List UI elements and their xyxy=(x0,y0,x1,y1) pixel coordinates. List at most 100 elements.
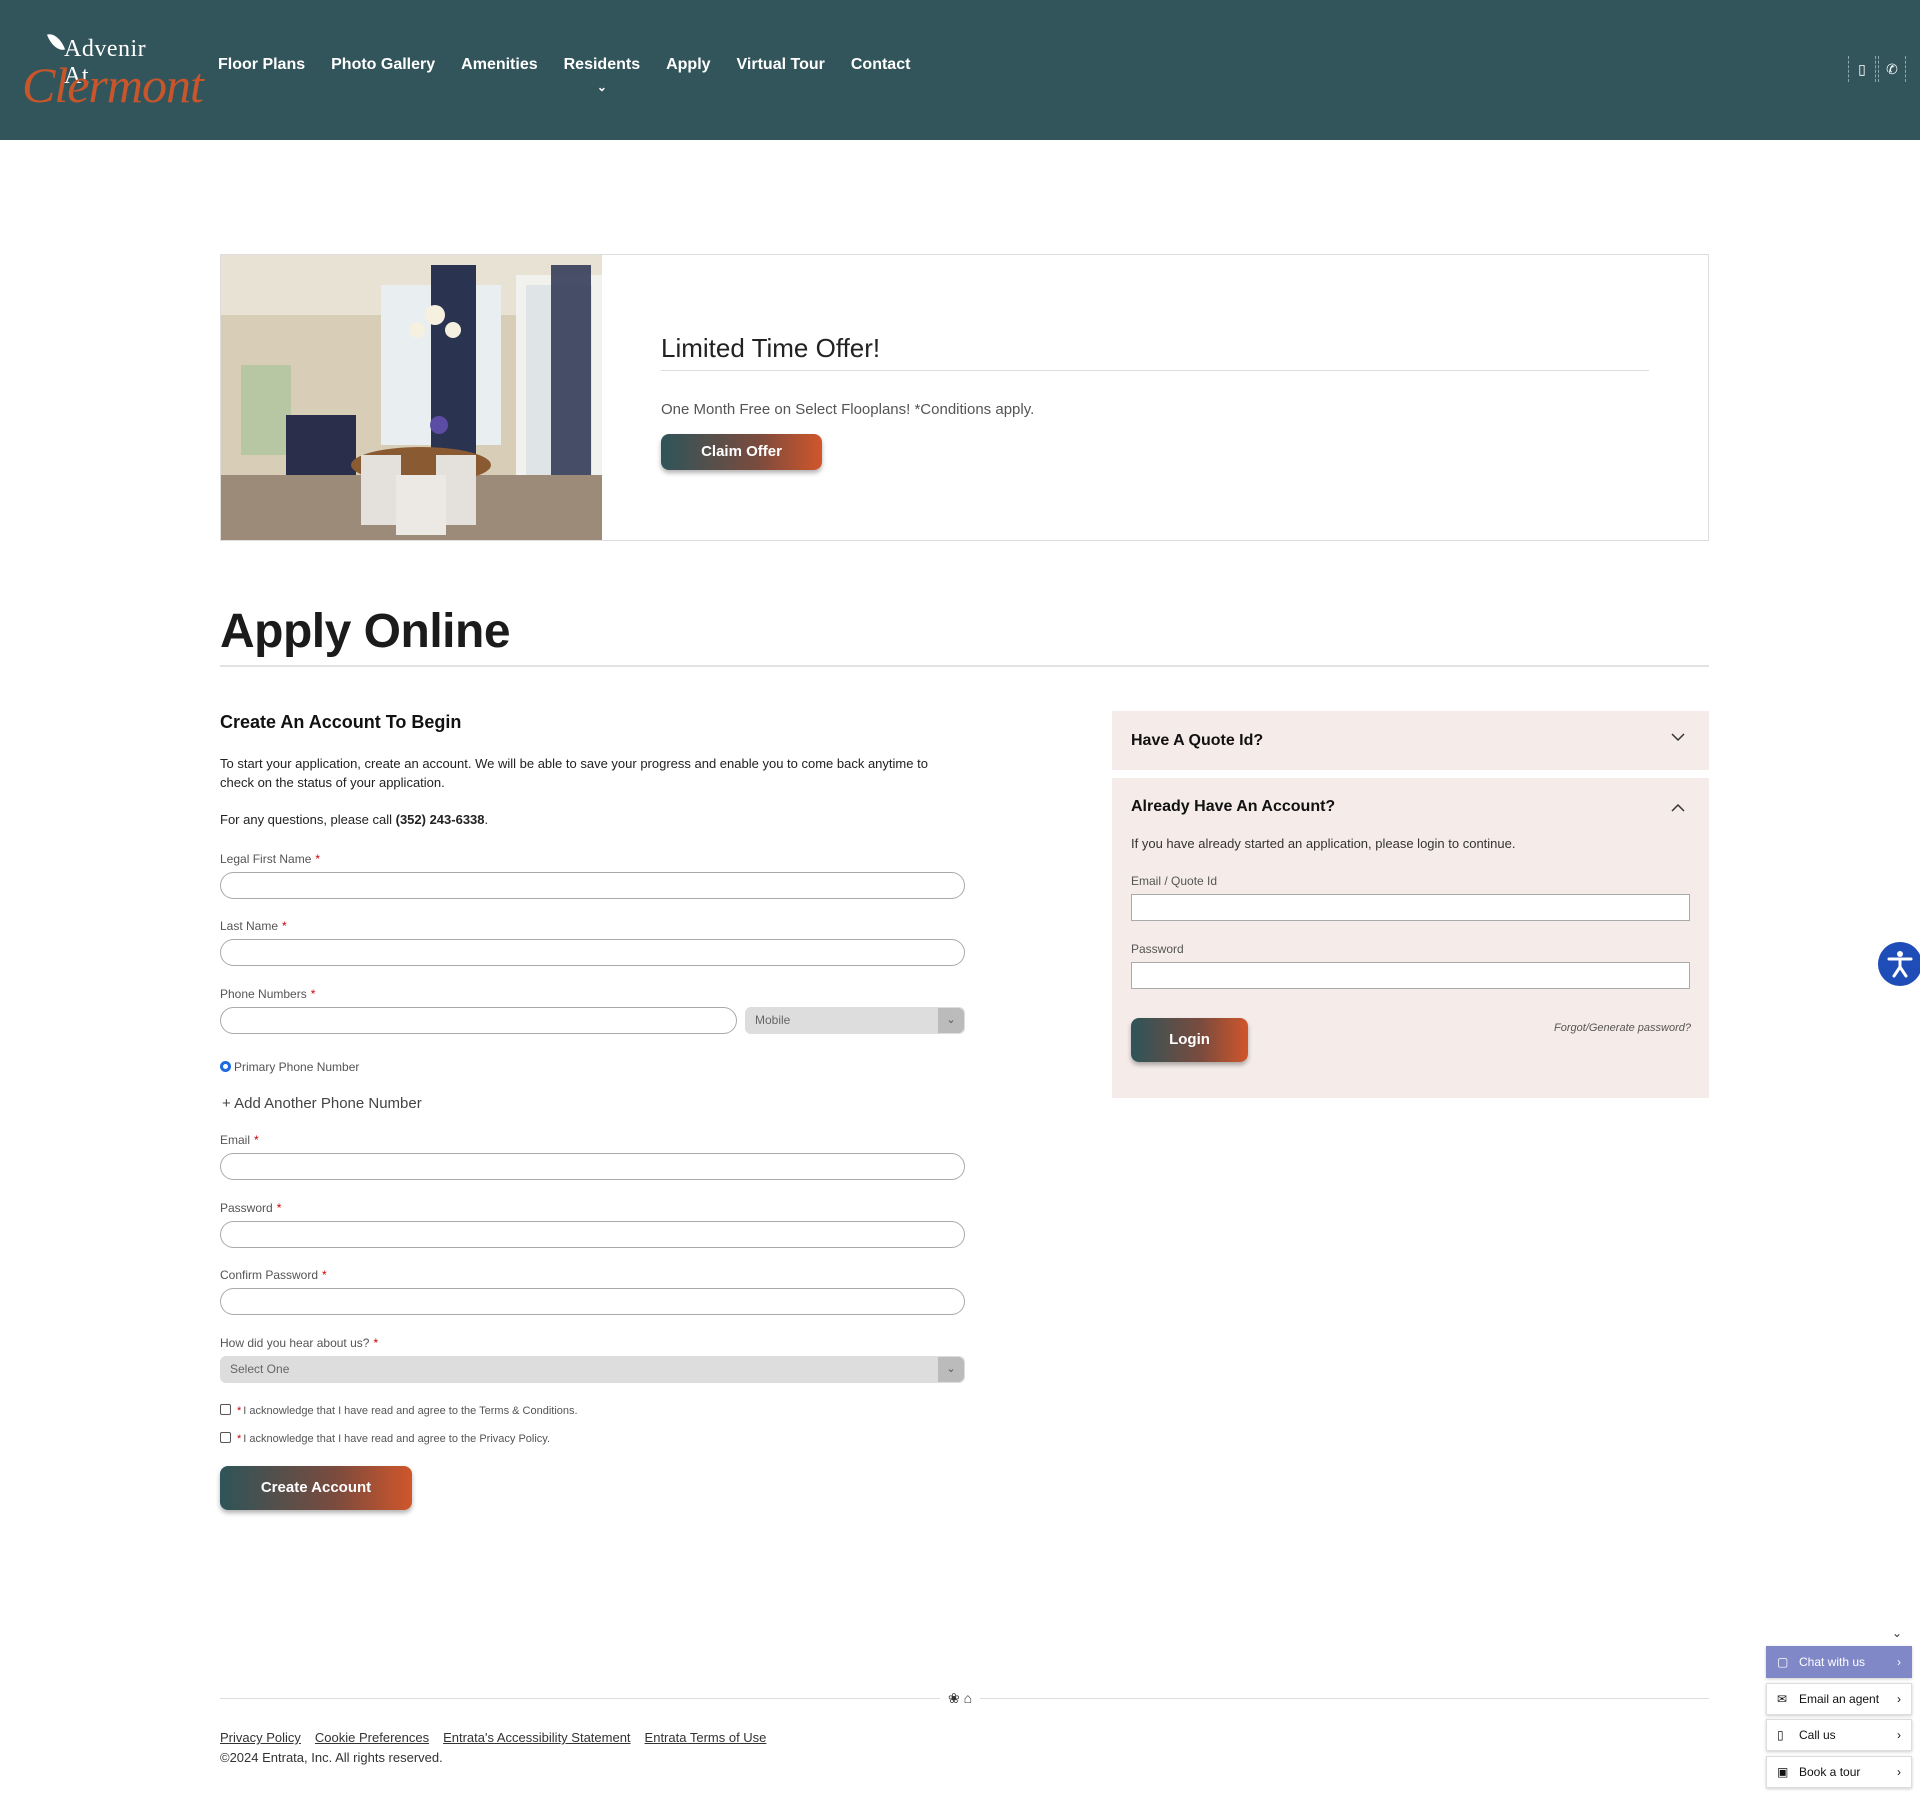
nav-floor-plans[interactable]: Floor Plans xyxy=(218,56,305,74)
first-name-label: Legal First Name * xyxy=(220,852,320,866)
account-login-title[interactable]: Already Have An Account? xyxy=(1131,798,1335,816)
required-mark: * xyxy=(254,1133,259,1147)
email-input[interactable] xyxy=(220,1153,965,1180)
primary-phone-radio[interactable]: Primary Phone Number xyxy=(220,1060,359,1074)
confirm-password-input[interactable] xyxy=(220,1288,965,1315)
mail-icon: ✉ xyxy=(1777,1692,1788,1706)
hear-about-select[interactable]: Select One ⌄ xyxy=(220,1356,965,1383)
phone-icon[interactable]: ✆ xyxy=(1878,56,1906,82)
chevron-right-icon: › xyxy=(1897,1728,1901,1742)
plus-icon: + xyxy=(222,1095,235,1112)
required-mark: * xyxy=(237,1405,242,1417)
first-name-label-text: Legal First Name xyxy=(220,852,312,866)
nav-contact[interactable]: Contact xyxy=(851,56,911,74)
confirm-password-label-text: Confirm Password xyxy=(220,1268,319,1282)
login-button[interactable]: Login xyxy=(1131,1018,1248,1062)
email-label: Email * xyxy=(220,1133,259,1147)
forgot-password-link[interactable]: Forgot/Generate password? xyxy=(1554,1022,1691,1034)
privacy-checkbox[interactable] xyxy=(220,1432,231,1443)
phone-type-select[interactable]: Mobile ⌄ xyxy=(745,1007,965,1034)
claim-offer-button[interactable]: Claim Offer xyxy=(661,434,822,470)
main-nav: Floor Plans Photo Gallery Amenities Resi… xyxy=(218,56,936,94)
accessibility-statement-link[interactable]: Entrata's Accessibility Statement xyxy=(443,1730,630,1745)
quote-id-accordion[interactable]: Have A Quote Id? xyxy=(1112,711,1709,770)
radio-selected-icon xyxy=(220,1061,231,1072)
chevron-down-icon[interactable]: ⌄ xyxy=(1892,1626,1902,1640)
privacy-policy-link[interactable]: Privacy Policy xyxy=(220,1730,301,1745)
chevron-right-icon: › xyxy=(1897,1765,1901,1779)
terms-checkbox[interactable] xyxy=(220,1404,231,1415)
required-mark: * xyxy=(322,1268,327,1282)
call-us-label: Call us xyxy=(1799,1728,1836,1742)
pet-friendly-icon: ❀ xyxy=(948,1690,960,1706)
chevron-right-icon: › xyxy=(1897,1655,1901,1669)
call-phone-number[interactable]: (352) 243-6338 xyxy=(396,812,485,827)
add-phone-label: Add Another Phone Number xyxy=(234,1095,422,1112)
create-account-title: Create An Account To Begin xyxy=(220,712,462,732)
building-icon[interactable]: ▯ xyxy=(1848,56,1876,82)
offer-title: Limited Time Offer! xyxy=(661,333,881,363)
call-prefix: For any questions, please call xyxy=(220,812,396,827)
nav-apply[interactable]: Apply xyxy=(666,56,710,74)
terms-of-use-link[interactable]: Entrata Terms of Use xyxy=(645,1730,767,1745)
chevron-down-icon xyxy=(1671,729,1685,745)
book-tour-button[interactable]: ▣ Book a tour › xyxy=(1766,1756,1912,1788)
email-agent-button[interactable]: ✉ Email an agent › xyxy=(1766,1683,1912,1715)
equal-housing-icon: ⌂ xyxy=(963,1690,973,1706)
footer-links: Privacy Policy Cookie Preferences Entrat… xyxy=(220,1730,780,1745)
terms-checkbox-row: * I acknowledge that I have read and agre… xyxy=(220,1404,578,1417)
phone-label-text: Phone Numbers xyxy=(220,987,307,1001)
add-phone-link[interactable]: + Add Another Phone Number xyxy=(222,1095,422,1112)
required-mark: * xyxy=(315,852,321,866)
last-name-label: Last Name * xyxy=(220,919,287,933)
accessibility-icon[interactable] xyxy=(1878,942,1920,986)
login-password-input[interactable] xyxy=(1131,962,1690,989)
create-account-form: Create An Account To Begin To start your… xyxy=(220,712,965,1510)
password-input[interactable] xyxy=(220,1221,965,1248)
chevron-down-icon[interactable]: ⌄ xyxy=(597,80,607,94)
confirm-password-label: Confirm Password * xyxy=(220,1268,327,1282)
chevron-right-icon: › xyxy=(1897,1692,1901,1706)
last-name-input[interactable] xyxy=(220,939,965,966)
required-mark: * xyxy=(373,1336,379,1350)
call-suffix: . xyxy=(484,812,489,827)
first-name-input[interactable] xyxy=(220,872,965,899)
email-label-text: Email xyxy=(220,1133,251,1147)
hear-about-label: How did you hear about us? * xyxy=(220,1336,378,1350)
required-mark: * xyxy=(282,919,287,933)
chevron-up-icon[interactable] xyxy=(1671,800,1685,816)
nav-virtual-tour[interactable]: Virtual Tour xyxy=(737,56,825,74)
site-logo[interactable]: Advenir At Clermont xyxy=(22,30,204,113)
nav-amenities[interactable]: Amenities xyxy=(461,56,537,74)
email-agent-label: Email an agent xyxy=(1799,1692,1880,1706)
nav-residents[interactable]: Residents ⌄ xyxy=(564,56,640,94)
site-header: Advenir At Clermont Floor Plans Photo Ga… xyxy=(0,0,1920,140)
leaf-icon xyxy=(46,30,66,54)
password-label-text: Password xyxy=(220,1201,273,1215)
chevron-down-icon: ⌄ xyxy=(938,1357,964,1382)
create-account-button[interactable]: Create Account xyxy=(220,1466,412,1510)
chevron-down-icon: ⌄ xyxy=(938,1008,964,1033)
chat-with-us-button[interactable]: ▢ Chat with us › xyxy=(1766,1646,1912,1678)
logo-text-bottom: Clermont xyxy=(22,57,204,113)
required-mark: * xyxy=(310,987,316,1001)
hear-about-label-text: How did you hear about us? xyxy=(220,1336,370,1350)
offer-card: Limited Time Offer! One Month Free on Se… xyxy=(220,254,1709,541)
page-title: Apply Online xyxy=(220,605,511,658)
call-us-button[interactable]: ▯ Call us › xyxy=(1766,1719,1912,1751)
terms-label: I acknowledge that I have read and agree… xyxy=(243,1405,578,1417)
login-email-input[interactable] xyxy=(1131,894,1690,921)
nav-photo-gallery[interactable]: Photo Gallery xyxy=(331,56,435,74)
quote-id-title: Have A Quote Id? xyxy=(1131,732,1264,749)
privacy-checkbox-row: * I acknowledge that I have read and agre… xyxy=(220,1432,550,1445)
phone-type-value: Mobile xyxy=(755,1013,791,1027)
account-login-accordion: Already Have An Account? If you have alr… xyxy=(1112,778,1709,1098)
apartment-photo xyxy=(221,255,602,540)
cookie-preferences-link[interactable]: Cookie Preferences xyxy=(315,1730,429,1745)
required-mark: * xyxy=(276,1201,282,1215)
title-divider xyxy=(220,665,1709,667)
create-account-intro: To start your application, create an acc… xyxy=(220,756,928,790)
phone-input[interactable] xyxy=(220,1007,737,1034)
login-email-label: Email / Quote Id xyxy=(1131,874,1218,888)
login-password-label: Password xyxy=(1131,942,1184,956)
